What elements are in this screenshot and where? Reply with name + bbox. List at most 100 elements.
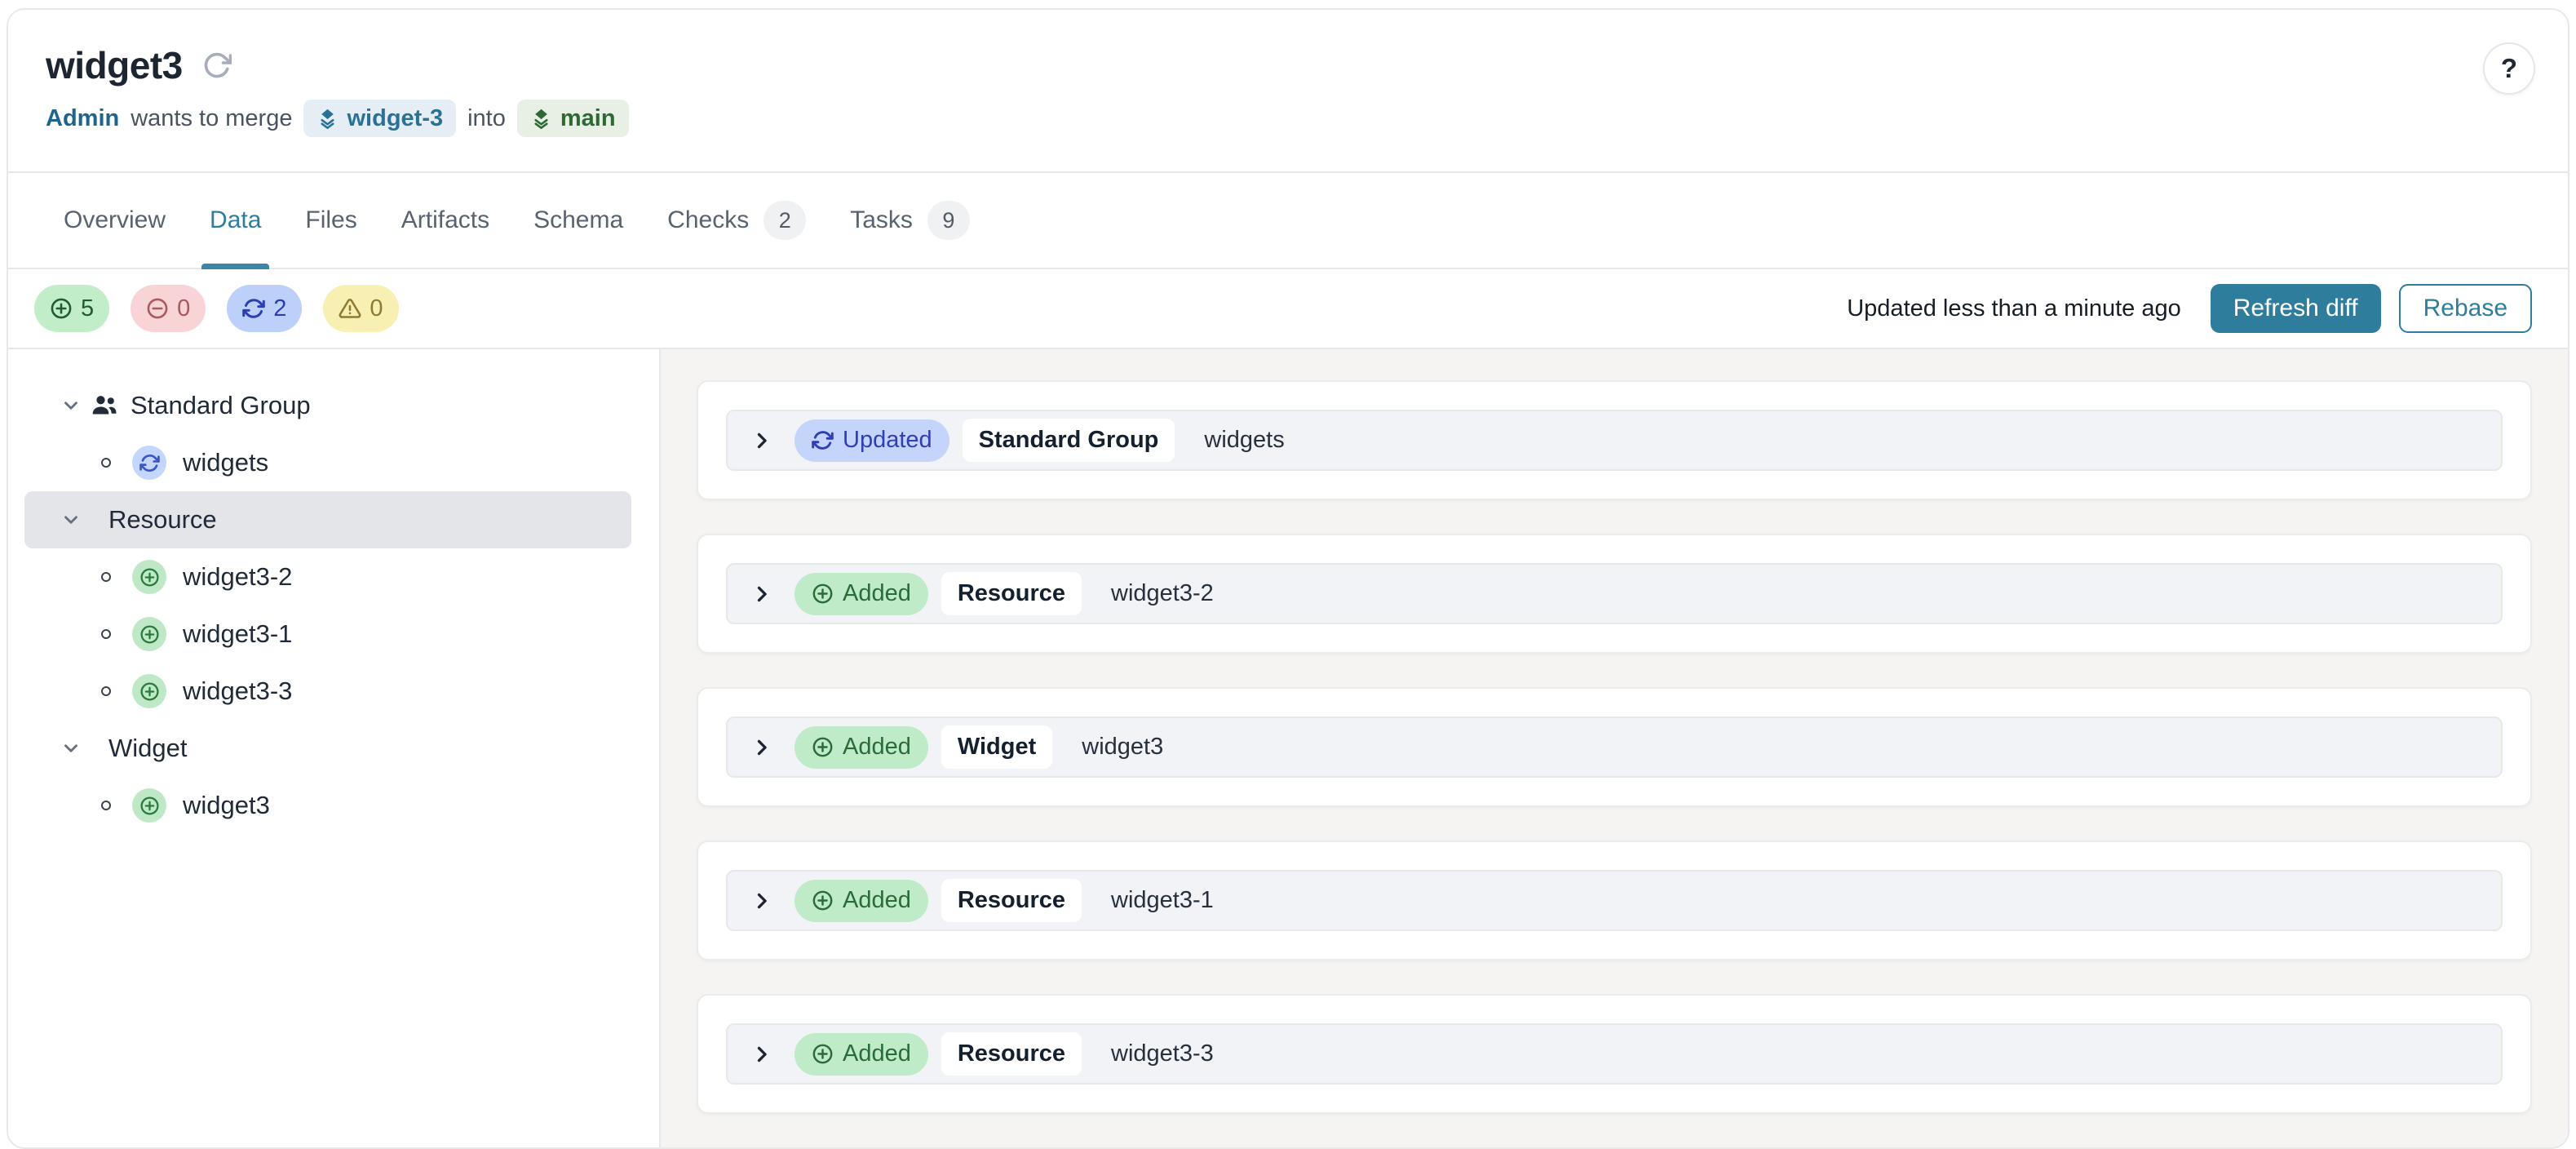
tree-item-label: widget3-2 [183,562,292,592]
tree-group-label: Widget [108,734,187,763]
merge-text: wants to merge [131,105,292,132]
tab-label: Files [305,206,356,234]
tree-group-resource[interactable]: Resource [24,491,631,548]
chevron-right-icon[interactable] [750,429,773,452]
tab-data[interactable]: Data [201,173,269,268]
chevron-right-icon[interactable] [750,583,773,606]
title-row: widget3 [46,44,2530,87]
diff-stat-pills: 5 0 2 0 [34,285,399,332]
tree-group-standard-group[interactable]: Standard Group [8,377,659,434]
diff-card: Added Resource widget3-2 [697,534,2532,654]
diff-card: Added Resource widget3-1 [697,841,2532,960]
branch-icon [530,108,552,130]
tree-item-label: widget3 [183,791,270,820]
tab-label: Data [210,206,261,234]
status-label: Added [843,580,911,607]
added-status-icon [132,617,166,651]
tree-group-label: Resource [108,505,217,535]
diff-tree-sidebar: Standard Group widgets Resource widget3-… [8,349,661,1147]
diff-row-widget3[interactable]: Added Widget widget3 [726,716,2503,778]
updated-status-icon [132,446,166,480]
tree-item-widget3-2[interactable]: widget3-2 [8,548,659,606]
refresh-icon[interactable] [202,51,232,80]
tree-item-label: widget3-3 [183,677,292,706]
chevron-down-icon[interactable] [60,509,82,530]
plus-circle-icon [812,583,834,605]
tree-item-widget3-1[interactable]: widget3-1 [8,606,659,663]
tab-label: Artifacts [401,206,489,234]
author-link[interactable]: Admin [46,105,119,132]
status-badge: Added [794,573,928,615]
tree-group-label: Standard Group [131,391,311,420]
diff-row-widget3-2[interactable]: Added Resource widget3-2 [726,563,2503,624]
refresh-diff-button[interactable]: Refresh diff [2211,284,2381,333]
group-users-icon [90,391,119,420]
plus-circle-icon [139,624,160,645]
type-chip: Resource [941,879,1082,922]
bullet-icon [101,458,111,468]
target-branch-label: main [560,105,616,132]
stats-actions: Updated less than a minute ago Refresh d… [1847,284,2532,333]
tab-label: Tasks [850,206,913,234]
added-status-icon [132,674,166,708]
bullet-icon [101,629,111,639]
diff-row-widgets[interactable]: Updated Standard Group widgets [726,410,2503,471]
source-branch-label: widget-3 [347,105,443,132]
added-count: 5 [81,295,94,322]
removed-count-pill: 0 [131,285,206,332]
object-name: widget3-2 [1111,580,1214,607]
status-badge: Added [794,726,928,769]
content-area: Standard Group widgets Resource widget3-… [8,349,2568,1147]
tab-files[interactable]: Files [297,173,365,268]
plus-circle-icon [139,567,160,588]
tab-overview[interactable]: Overview [55,173,174,268]
help-label: ? [2501,53,2517,84]
diff-card: Updated Standard Group widgets [697,380,2532,500]
tab-tasks[interactable]: Tasks 9 [842,173,978,268]
updated-ago-text: Updated less than a minute ago [1847,295,2181,322]
plus-circle-icon [812,889,834,912]
tree-item-widget3[interactable]: widget3 [8,777,659,834]
warning-count-pill: 0 [323,285,398,332]
type-chip: Resource [941,1032,1082,1076]
added-status-icon [132,788,166,823]
tab-schema[interactable]: Schema [525,173,631,268]
status-badge: Added [794,1033,928,1076]
tree-item-widgets[interactable]: widgets [8,434,659,491]
plus-circle-icon [139,681,160,702]
tab-label: Schema [533,206,623,234]
diff-card: Added Resource widget3-3 [697,994,2532,1114]
source-branch-badge[interactable]: widget-3 [303,100,456,137]
removed-count: 0 [177,295,190,322]
object-name: widget3 [1082,734,1163,761]
tree-group-widget[interactable]: Widget [8,720,659,777]
diff-stats-bar: 5 0 2 0 Updated less than a minute ago R… [8,269,2568,349]
tab-bar: Overview Data Files Artifacts Schema Che… [8,173,2568,269]
chevron-right-icon[interactable] [750,1043,773,1066]
tab-checks[interactable]: Checks 2 [659,173,814,268]
target-branch-badge[interactable]: main [517,100,629,137]
header: widget3 Admin wants to merge widget-3 in… [8,10,2568,173]
help-button[interactable]: ? [2483,42,2535,95]
type-chip: Widget [941,725,1052,769]
chevron-down-icon[interactable] [60,395,82,416]
tree-item-label: widget3-1 [183,619,292,649]
plus-circle-icon [812,736,834,758]
diff-row-widget3-3[interactable]: Added Resource widget3-3 [726,1023,2503,1085]
branch-icon [316,108,339,130]
diff-row-widget3-1[interactable]: Added Resource widget3-1 [726,870,2503,931]
type-chip: Resource [941,572,1082,615]
updated-count: 2 [273,295,286,322]
plus-circle-icon [812,1043,834,1065]
rebase-button[interactable]: Rebase [2399,284,2532,333]
into-text: into [467,105,506,132]
object-name: widget3-3 [1111,1040,1214,1067]
chevron-right-icon[interactable] [750,736,773,759]
tree-item-widget3-3[interactable]: widget3-3 [8,663,659,720]
bullet-icon [101,572,111,582]
chevron-down-icon[interactable] [60,738,82,759]
plus-circle-icon [50,297,73,320]
tab-artifacts[interactable]: Artifacts [393,173,498,268]
plus-circle-icon [139,796,160,816]
chevron-right-icon[interactable] [750,889,773,912]
